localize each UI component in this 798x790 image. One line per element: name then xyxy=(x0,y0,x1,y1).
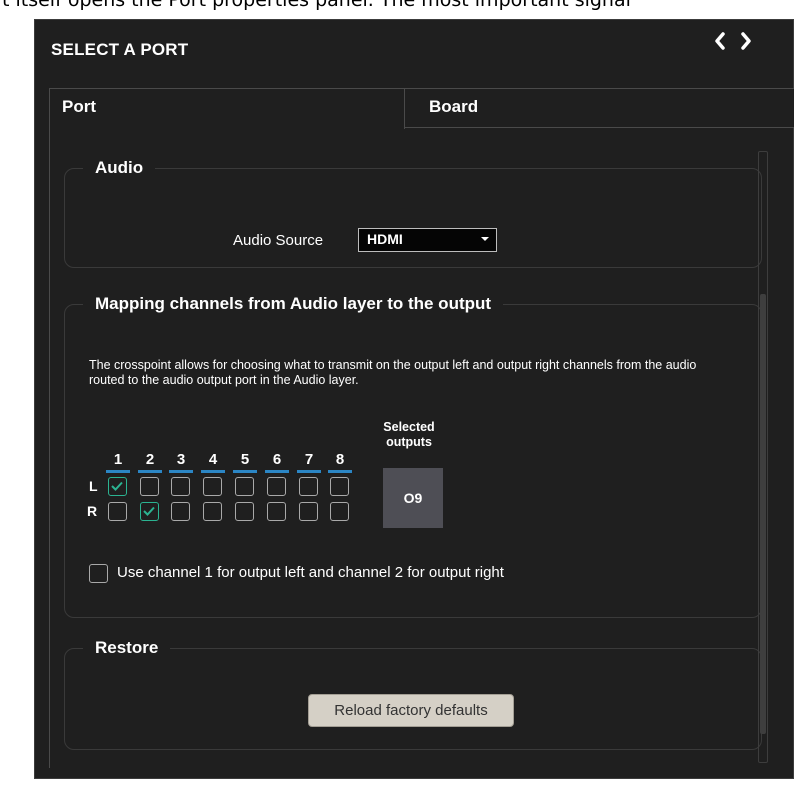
crosspoint-L-5[interactable] xyxy=(235,477,254,496)
channel-header-8: 8 xyxy=(335,451,345,468)
crosspoint-R-2[interactable] xyxy=(140,502,159,521)
panel-title: SELECT A PORT xyxy=(51,40,189,59)
audio-source-select[interactable]: HDMI xyxy=(358,228,497,252)
crosspoint-L-7[interactable] xyxy=(299,477,318,496)
audio-group-title: Audio xyxy=(95,158,144,177)
selected-outputs-header: Selected outputs xyxy=(383,420,435,449)
crosspoint-L-6[interactable] xyxy=(267,477,286,496)
crosspoint-L-2[interactable] xyxy=(140,477,159,496)
channel-bar xyxy=(297,470,321,473)
channel-bar xyxy=(169,470,193,473)
channel-bar xyxy=(328,470,352,473)
mapping-group-title: Mapping channels from Audio layer to the… xyxy=(95,294,492,313)
port-properties-panel: SELECT A PORT Port Board Audio Audio Sou… xyxy=(34,19,794,779)
channel-header-1: 1 xyxy=(113,451,123,468)
restore-group-title: Restore xyxy=(95,638,159,657)
tab-bar: Port Board xyxy=(49,88,794,129)
mapping-group: Mapping channels from Audio layer to the… xyxy=(64,294,762,618)
crosspoint-L-1[interactable] xyxy=(108,477,127,496)
reload-factory-defaults-button[interactable]: Reload factory defaults xyxy=(308,694,514,727)
crosspoint-L-8[interactable] xyxy=(330,477,349,496)
check-icon xyxy=(111,481,123,491)
scrollbar-thumb[interactable] xyxy=(760,294,766,734)
channel-bar xyxy=(233,470,257,473)
background-document-text: t itself opens the Port properties panel… xyxy=(2,0,631,11)
crosspoint-R-6[interactable] xyxy=(267,502,286,521)
channel-header-2: 2 xyxy=(145,451,155,468)
mapping-description: The crosspoint allows for choosing what … xyxy=(89,358,697,387)
channel-header-4: 4 xyxy=(208,451,218,468)
crosspoint-R-7[interactable] xyxy=(299,502,318,521)
crosspoint-R-4[interactable] xyxy=(203,502,222,521)
selected-output-tile[interactable]: O9 xyxy=(383,468,443,528)
port-navigation xyxy=(713,32,753,50)
channel-bar xyxy=(106,470,130,473)
audio-source-label: Audio Source xyxy=(233,232,324,249)
channel-bar xyxy=(265,470,289,473)
check-icon xyxy=(143,506,155,516)
crosspoint-L-4[interactable] xyxy=(203,477,222,496)
tab-board[interactable]: Board xyxy=(405,88,794,128)
channel-header-5: 5 xyxy=(240,451,250,468)
restore-group: Restore Reload factory defaults xyxy=(64,638,762,750)
stereo-option-label: Use channel 1 for output left and channe… xyxy=(117,564,504,581)
channel-header-6: 6 xyxy=(272,451,282,468)
row-label-left: L xyxy=(89,478,98,494)
scrollbar-track[interactable] xyxy=(758,151,768,763)
crosspoint-R-5[interactable] xyxy=(235,502,254,521)
crosspoint-R-3[interactable] xyxy=(171,502,190,521)
audio-source-value: HDMI xyxy=(367,231,403,247)
stereo-option-checkbox[interactable] xyxy=(89,564,108,583)
channel-header-3: 3 xyxy=(176,451,186,468)
channel-bar xyxy=(138,470,162,473)
tab-content: Audio Audio Source HDMI Mapping channels… xyxy=(49,128,795,768)
caret-down-icon xyxy=(481,237,489,241)
crosspoint-R-8[interactable] xyxy=(330,502,349,521)
tab-port[interactable]: Port xyxy=(49,88,405,129)
crosspoint-R-1[interactable] xyxy=(108,502,127,521)
chevron-right-icon[interactable] xyxy=(739,32,753,50)
audio-group: Audio Audio Source HDMI xyxy=(64,158,762,268)
channel-bar xyxy=(201,470,225,473)
chevron-left-icon[interactable] xyxy=(713,32,727,50)
row-label-right: R xyxy=(87,503,98,519)
channel-header-7: 7 xyxy=(304,451,314,468)
crosspoint-L-3[interactable] xyxy=(171,477,190,496)
